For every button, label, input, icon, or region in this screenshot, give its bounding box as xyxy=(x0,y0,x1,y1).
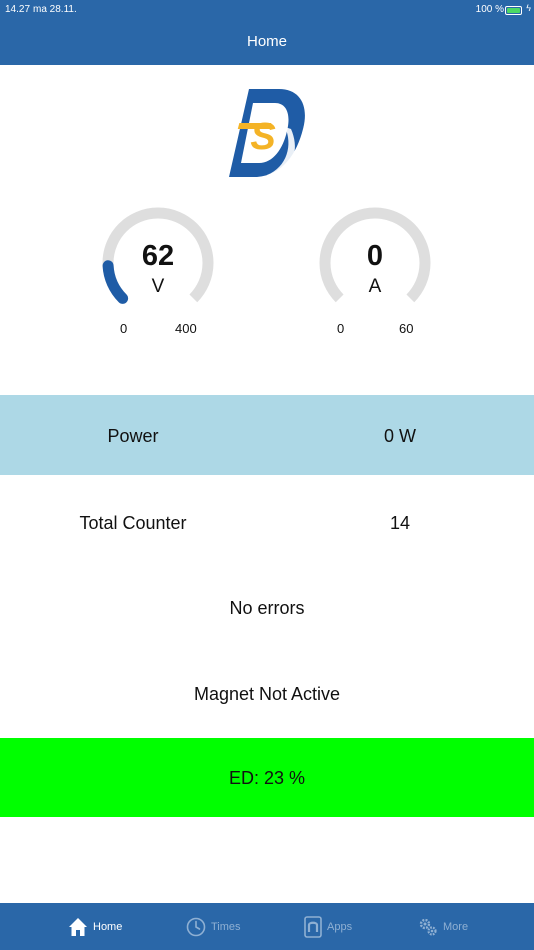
current-max-label: 60 xyxy=(399,321,414,336)
tab-apps-label: Apps xyxy=(327,920,353,933)
tab-times[interactable]: Times xyxy=(186,903,241,950)
clock-icon xyxy=(186,917,206,936)
power-value: 0 W xyxy=(383,426,416,446)
app-logo: S xyxy=(229,89,305,177)
status-date: ma 28.11. xyxy=(33,4,77,15)
home-icon xyxy=(69,917,87,936)
tab-apps[interactable]: Apps xyxy=(304,903,352,950)
magnet-icon xyxy=(304,915,322,938)
charging-icon: ϟ xyxy=(526,3,531,13)
voltage-value: 62 xyxy=(141,240,175,272)
current-gauge: 0 A 0 60 xyxy=(315,190,435,340)
total-counter-label: Total Counter xyxy=(79,513,187,533)
status-bar: 14.27 ma 28.11. 100 % ϟ xyxy=(0,0,534,20)
status-time: 14.27 xyxy=(5,4,31,15)
gears-icon xyxy=(419,918,437,936)
battery-icon xyxy=(505,6,522,15)
current-min-label: 0 xyxy=(337,321,345,336)
errors-row: No errors xyxy=(0,565,534,650)
tab-home-label: Home xyxy=(93,920,123,933)
total-counter-value: 14 xyxy=(389,513,411,533)
magnet-status: Magnet Not Active xyxy=(193,684,341,704)
tab-bar: Home Times Apps More xyxy=(0,903,534,950)
tab-times-label: Times xyxy=(211,920,241,933)
ed-status: ED: 23 % xyxy=(228,768,306,788)
navigation-bar: Home xyxy=(0,20,534,65)
page-title: Home xyxy=(246,33,287,50)
power-label: Power xyxy=(107,426,159,446)
current-value: 0 xyxy=(366,240,384,272)
magnet-row: Magnet Not Active xyxy=(0,650,534,738)
voltage-max-label: 400 xyxy=(175,321,197,336)
current-unit: A xyxy=(368,276,382,297)
errors-status: No errors xyxy=(229,598,305,618)
voltage-gauge: 62 V 0 400 xyxy=(98,190,218,340)
tab-more-label: More xyxy=(443,920,469,933)
total-counter-row: Total Counter 14 xyxy=(0,475,534,565)
tab-home[interactable]: Home xyxy=(68,903,122,950)
tab-more[interactable]: More xyxy=(418,903,468,950)
ed-row: ED: 23 % xyxy=(0,738,534,817)
voltage-unit: V xyxy=(151,276,165,297)
voltage-min-label: 0 xyxy=(120,321,128,336)
battery-percentage: 100 % xyxy=(475,4,504,15)
svg-text:S: S xyxy=(250,116,275,158)
power-row: Power 0 W xyxy=(0,395,534,475)
